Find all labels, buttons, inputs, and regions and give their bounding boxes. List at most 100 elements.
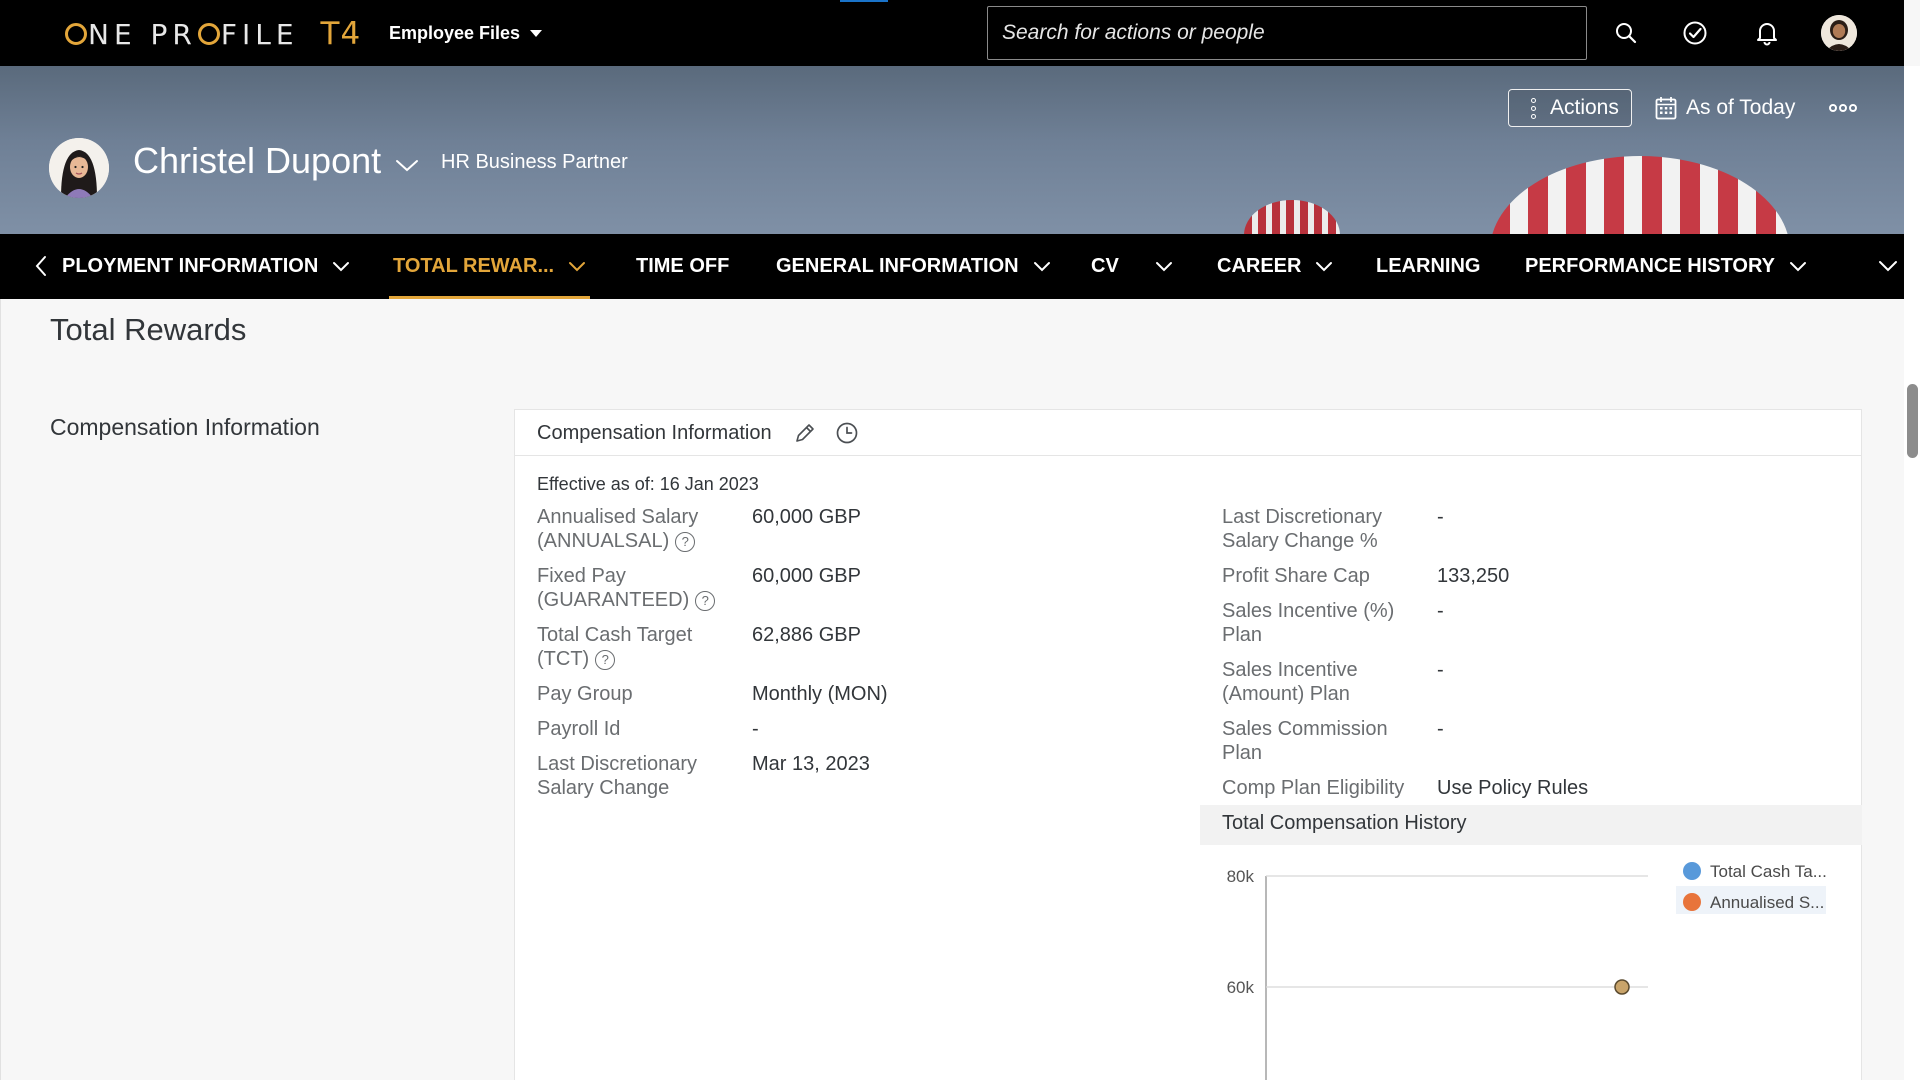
field-value: - — [1437, 718, 1444, 740]
chevron-down-icon — [333, 261, 350, 271]
field-label: Profit Share Cap — [1222, 565, 1370, 587]
chevron-down-icon — [569, 261, 586, 271]
edit-pencil-icon[interactable] — [794, 422, 816, 444]
bell-icon[interactable] — [1750, 16, 1784, 50]
app-logo[interactable]: NE PR FILE T4 — [64, 16, 361, 52]
search-field[interactable] — [987, 6, 1587, 60]
as-of-date-button[interactable]: As of Today — [1655, 94, 1795, 122]
legend-label: Annualised S... — [1710, 893, 1824, 912]
legend-marker — [1683, 893, 1701, 911]
overflow-menu-icon[interactable] — [1878, 254, 1902, 280]
chevron-down-icon — [396, 160, 419, 172]
scroll-left-icon[interactable] — [34, 254, 56, 280]
tab-career[interactable]: CAREER — [1217, 234, 1333, 299]
field-value: - — [1437, 659, 1444, 681]
tab-label: PERFORMANCE HISTORY — [1525, 255, 1776, 277]
actions-button[interactable]: Actions — [1508, 89, 1632, 127]
help-icon[interactable]: ? — [595, 650, 616, 670]
tab-label: CAREER — [1217, 255, 1302, 277]
logo-suffix: T4 — [320, 16, 362, 52]
chevron-down-icon — [1790, 261, 1807, 271]
tab-label: TIME OFF — [636, 255, 730, 277]
more-options-icon[interactable] — [1829, 100, 1857, 116]
field-value: - — [1437, 600, 1444, 622]
logo-text: NE PR FILE — [64, 18, 299, 51]
total-compensation-history-chart: 80k 60k Total Cash Ta... Annualised S... — [1227, 862, 1827, 1080]
field-label: Last Discretionary Salary Change % — [1222, 506, 1383, 552]
chevron-down-icon — [1155, 261, 1172, 271]
section-title: Total Rewards — [50, 312, 247, 347]
card-header: Compensation Information — [515, 410, 1861, 456]
compensation-card: Compensation Information Effective as of… — [514, 409, 1862, 1080]
search-icon[interactable] — [1609, 16, 1643, 50]
tab-label: GENERAL INFORMATION — [776, 255, 1019, 277]
field-label: Payroll Id — [537, 718, 621, 740]
chart-title: Total Compensation History — [1222, 812, 1467, 834]
field-label: Annualised Salary (ANNUALSAL)? — [537, 505, 727, 553]
history-clock-icon[interactable] — [835, 421, 859, 445]
caret-down-icon — [530, 29, 543, 37]
vertical-dots-icon — [1531, 97, 1536, 119]
field-label: Sales Commission Plan — [1222, 718, 1388, 764]
field-label: Comp Plan Eligibility — [1222, 777, 1405, 799]
tab-label: TOTAL REWAR... — [393, 255, 555, 277]
tab-learning[interactable]: LEARNING — [1376, 234, 1480, 299]
legend-marker — [1683, 862, 1701, 880]
tab-label: PLOYMENT INFORMATION — [62, 255, 319, 277]
scrollbar-thumb[interactable] — [1907, 384, 1918, 458]
chevron-down-icon — [1316, 261, 1333, 271]
card-title: Compensation Information — [537, 422, 772, 444]
tab-time-off[interactable]: TIME OFF — [636, 234, 729, 299]
chart-header: Total Compensation History — [1200, 805, 1862, 845]
field-label: Last Discretionary Salary Change — [537, 753, 698, 799]
field-value: Mar 13, 2023 — [752, 753, 870, 775]
actions-label: Actions — [1550, 96, 1619, 119]
tab-total-rewards[interactable]: TOTAL REWAR... — [388, 234, 591, 299]
loading-indicator — [840, 0, 888, 2]
employee-name-switcher[interactable]: Christel Dupont — [133, 140, 419, 182]
field-label-text: Annualised Salary (ANNUALSAL) — [537, 506, 699, 552]
calendar-icon — [1655, 97, 1677, 120]
legend-label: Total Cash Ta... — [1710, 862, 1827, 881]
header-background-image — [1244, 200, 1340, 234]
field-value: Use Policy Rules — [1437, 777, 1589, 799]
user-avatar[interactable] — [1821, 15, 1857, 51]
field-label: Sales Incentive (Amount) Plan — [1222, 659, 1358, 705]
tab-performance-history[interactable]: PERFORMANCE HISTORY — [1525, 234, 1807, 299]
employee-files-menu[interactable]: Employee Files — [389, 20, 543, 46]
field-value: - — [1437, 506, 1444, 528]
field-value: 60,000 GBP — [752, 565, 861, 587]
data-point — [1614, 979, 1630, 995]
effective-date: Effective as of: 16 Jan 2023 — [537, 474, 759, 494]
help-icon[interactable]: ? — [695, 591, 716, 611]
search-input[interactable] — [988, 7, 1586, 59]
field-label-text: Fixed Pay (GUARANTEED) — [537, 565, 690, 611]
field-value: 133,250 — [1437, 565, 1510, 587]
field-value: Monthly (MON) — [752, 683, 888, 705]
employee-name: Christel Dupont — [133, 140, 382, 181]
check-circle-icon[interactable] — [1678, 16, 1712, 50]
help-icon[interactable]: ? — [675, 532, 696, 552]
field-label: Fixed Pay (GUARANTEED)? — [537, 564, 727, 612]
employee-job-title: HR Business Partner — [441, 151, 628, 173]
tab-employment-information[interactable]: PLOYMENT INFORMATION — [62, 234, 350, 299]
tab-cv[interactable]: CV — [1091, 234, 1173, 299]
section-tabs: PLOYMENT INFORMATION TOTAL REWAR... TIME… — [0, 234, 1904, 299]
employee-files-label: Employee Files — [389, 22, 521, 43]
field-label-text: Total Cash Target (TCT) — [537, 624, 693, 670]
page-scrollbar[interactable] — [1904, 66, 1920, 1080]
field-label: Sales Incentive (%) Plan — [1222, 600, 1395, 646]
tab-general-information[interactable]: GENERAL INFORMATION — [776, 234, 1051, 299]
shell-bar: NE PR FILE T4 Employee Files — [0, 0, 1904, 66]
field-label: Pay Group — [537, 683, 633, 705]
tab-label: CV — [1091, 255, 1119, 277]
data-point — [1615, 964, 1629, 978]
tab-label: LEARNING — [1376, 255, 1481, 277]
field-value: - — [752, 718, 759, 740]
field-label: Total Cash Target (TCT)? — [537, 623, 727, 671]
field-value: 62,886 GBP — [752, 624, 861, 646]
y-tick-label: 80k — [1227, 867, 1255, 886]
y-tick-label: 60k — [1227, 978, 1255, 997]
employee-photo[interactable] — [49, 138, 109, 198]
header-background-image — [1490, 156, 1790, 234]
